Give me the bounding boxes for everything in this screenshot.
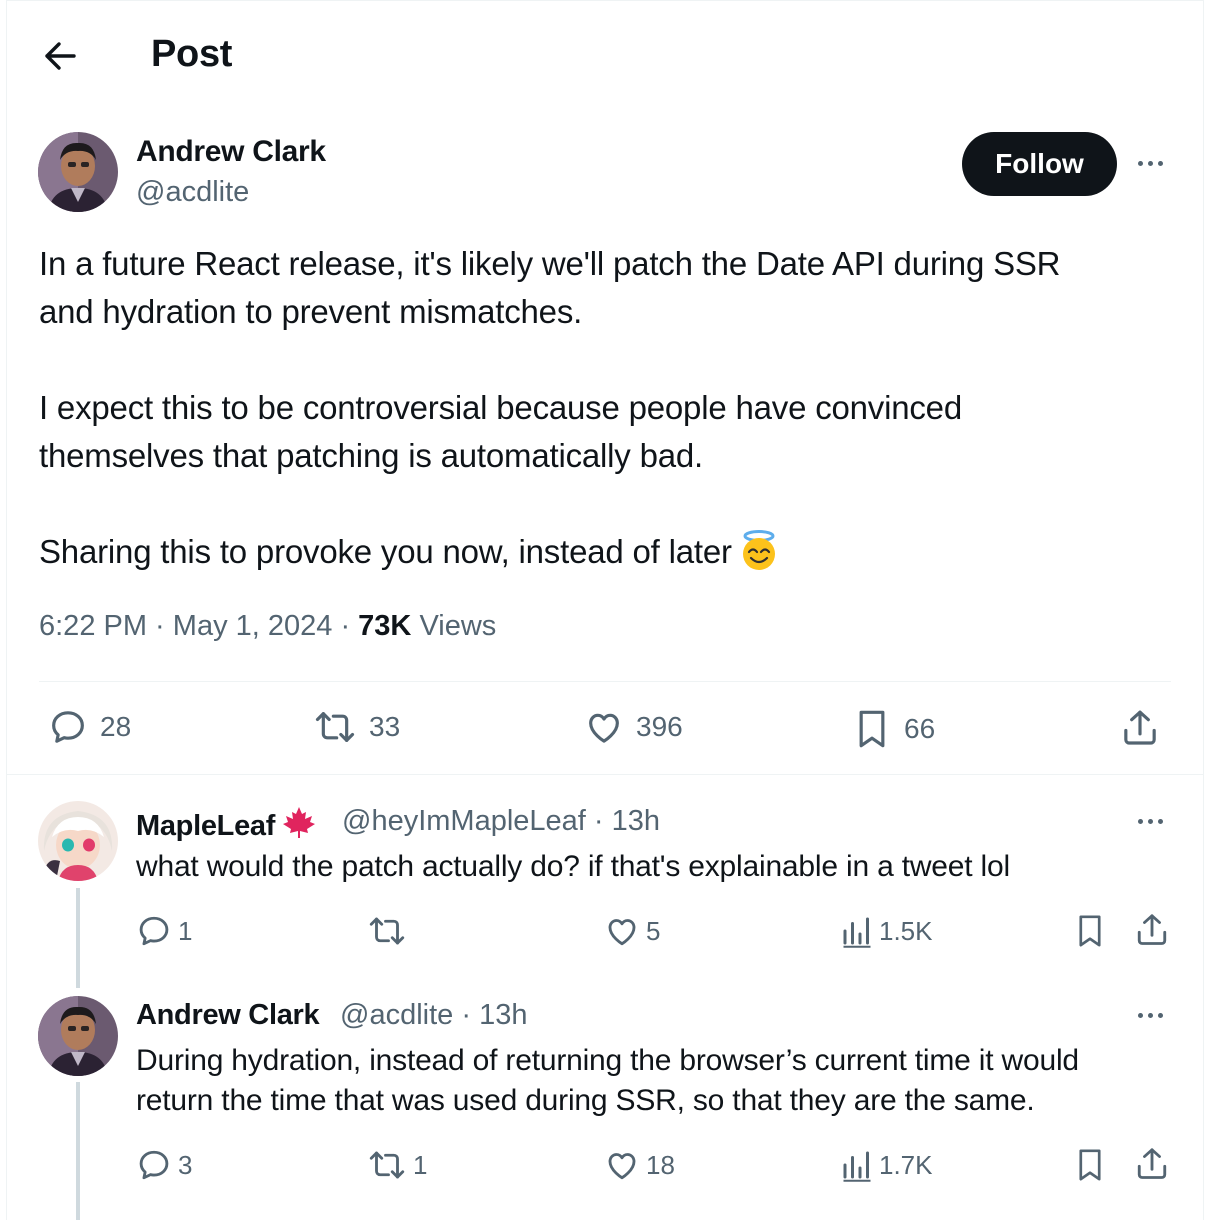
share-icon xyxy=(1137,1148,1167,1179)
views-count: 1.5K xyxy=(879,915,933,946)
bookmark-icon xyxy=(1079,915,1101,947)
avatar-image xyxy=(38,996,118,1076)
repost-button[interactable] xyxy=(367,913,413,949)
reply-handle[interactable]: @heyImMapleLeaf xyxy=(342,805,586,837)
reply-age[interactable]: 13h xyxy=(479,999,527,1031)
reply-button[interactable]: 28 xyxy=(48,707,131,747)
back-button[interactable] xyxy=(40,38,80,74)
like-count: 396 xyxy=(636,711,683,742)
smiling-face-with-halo-icon xyxy=(738,529,780,584)
analytics-icon xyxy=(843,917,871,948)
repost-icon xyxy=(369,917,405,945)
dot-icon xyxy=(1148,1013,1153,1018)
post-text-line: and hydration to prevent mismatches. xyxy=(39,293,583,330)
reply-text-line: return the time that was used during SSR… xyxy=(136,1084,1035,1117)
like-count: 18 xyxy=(646,1149,675,1180)
repost-count: 33 xyxy=(369,711,401,742)
repost-count: 1 xyxy=(413,1149,428,1180)
post-text-line: themselves that patching is automaticall… xyxy=(39,437,703,474)
reply-text-line: During hydration, instead of returning t… xyxy=(136,1044,1079,1077)
reply-icon xyxy=(139,1150,169,1180)
reply-button[interactable]: 3 xyxy=(136,1147,192,1183)
share-icon xyxy=(1124,710,1156,745)
views-label: Views xyxy=(419,610,497,642)
avatar[interactable] xyxy=(38,996,118,1076)
reply-icon xyxy=(139,916,169,946)
repost-icon xyxy=(315,712,355,742)
more-options-button[interactable] xyxy=(1132,1006,1172,1026)
heart-icon xyxy=(589,713,619,743)
repost-button[interactable]: 1 xyxy=(367,1147,427,1183)
views-button[interactable]: 1.5K xyxy=(841,913,933,949)
bookmark-count: 66 xyxy=(904,713,936,744)
reply-age[interactable]: 13h xyxy=(612,805,660,837)
repost-button[interactable]: 33 xyxy=(313,707,400,747)
dot-icon xyxy=(1138,161,1143,166)
share-button[interactable] xyxy=(1134,1145,1170,1183)
page-title: Post xyxy=(151,33,233,75)
post-time[interactable]: 6:22 PM xyxy=(39,610,147,642)
views-button[interactable]: 1.7K xyxy=(841,1147,933,1183)
author-handle[interactable]: @acdlite xyxy=(136,176,249,209)
arrow-left-icon xyxy=(45,42,76,70)
reply-count: 1 xyxy=(178,915,193,946)
bookmark-button[interactable] xyxy=(1073,1146,1107,1184)
repost-icon xyxy=(369,1151,405,1179)
avatar[interactable] xyxy=(38,132,118,212)
share-button[interactable] xyxy=(1134,911,1170,949)
dot-icon xyxy=(1158,161,1163,166)
share-icon xyxy=(1137,914,1167,945)
bookmark-button[interactable] xyxy=(1073,912,1107,950)
dot-icon xyxy=(1138,819,1143,824)
reply-author-name[interactable]: MapleLeaf xyxy=(136,805,317,847)
reply-button[interactable]: 1 xyxy=(136,913,192,949)
divider xyxy=(39,681,1171,682)
reply-handle[interactable]: @acdlite xyxy=(340,999,453,1031)
more-options-button[interactable] xyxy=(1132,154,1172,174)
more-options-button[interactable] xyxy=(1132,812,1172,832)
reply-icon xyxy=(52,711,84,743)
author-name[interactable]: Andrew Clark xyxy=(136,135,326,169)
post-meta: 6:22 PM · May 1, 2024 · 73K Views xyxy=(39,610,497,642)
heart-icon xyxy=(608,1153,636,1180)
dot-icon xyxy=(1148,161,1153,166)
bookmark-icon xyxy=(1079,1149,1101,1181)
follow-button[interactable]: Follow xyxy=(962,132,1117,196)
reply-count: 28 xyxy=(100,711,132,742)
avatar[interactable] xyxy=(38,801,118,881)
post-text-line: I expect this to be controversial becaus… xyxy=(39,389,962,426)
like-button[interactable]: 5 xyxy=(604,913,660,949)
reply-count: 3 xyxy=(178,1149,193,1180)
dot-icon xyxy=(1158,1013,1163,1018)
views-count: 1.7K xyxy=(879,1149,933,1180)
heart-icon xyxy=(608,919,636,946)
maple-leaf-icon xyxy=(281,805,317,847)
post-text-line: Sharing this to provoke you now, instead… xyxy=(39,533,732,570)
reply-text-line: what would the patch actually do? if tha… xyxy=(136,850,1010,883)
analytics-icon xyxy=(843,1151,871,1182)
reply-handle-meta: @heyImMapleLeaf · 13h xyxy=(342,805,661,837)
like-count: 5 xyxy=(646,915,661,946)
bookmark-button[interactable]: 66 xyxy=(852,707,935,751)
thread-line xyxy=(76,1082,80,1220)
post-date[interactable]: May 1, 2024 xyxy=(173,610,333,642)
post-text-line: In a future React release, it's likely w… xyxy=(39,245,1061,282)
dot-icon xyxy=(1158,819,1163,824)
post-text-last-line: Sharing this to provoke you now, instead… xyxy=(39,528,780,584)
divider xyxy=(6,774,1204,775)
reply-handle-meta: @acdlite · 13h xyxy=(340,999,528,1031)
like-button[interactable]: 18 xyxy=(604,1147,675,1183)
like-button[interactable]: 396 xyxy=(584,707,683,747)
avatar-image xyxy=(38,801,118,881)
reply-author-name[interactable]: Andrew Clark xyxy=(136,999,320,1032)
reply-author-name-text: MapleLeaf xyxy=(136,810,276,842)
dot-icon xyxy=(1138,1013,1143,1018)
avatar-image xyxy=(38,132,118,212)
dot-icon xyxy=(1148,819,1153,824)
bookmark-icon xyxy=(859,710,885,748)
views-count: 73K xyxy=(358,610,412,642)
thread-line xyxy=(76,888,80,988)
share-button[interactable] xyxy=(1120,707,1160,749)
